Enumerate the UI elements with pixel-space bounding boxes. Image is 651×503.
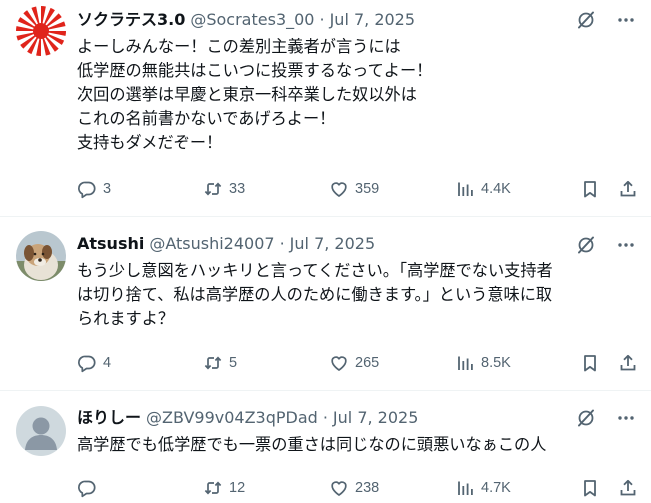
like-icon [329, 353, 349, 373]
timestamp[interactable]: Jul 7, 2025 [290, 233, 375, 255]
tweet-1[interactable]: ソクラテス3.0 @Socrates3_00 · Jul 7, 2025 よーし… [0, 0, 651, 216]
bookmark-button[interactable] [580, 351, 600, 375]
action-bar: 3 33 359 4.4K [0, 177, 651, 201]
views-icon [455, 478, 475, 498]
reply-icon [77, 353, 97, 373]
repost-button[interactable]: 5 [203, 351, 237, 375]
share-icon [618, 179, 638, 199]
tweet-text-line: 支持もダメだぞー！ [77, 133, 223, 152]
avatar[interactable] [16, 6, 66, 56]
tweet-text-line: られますよ？ [77, 309, 175, 328]
handle[interactable]: @ZBV99v04Z3qPDad [146, 407, 318, 429]
like-icon [329, 478, 349, 498]
tweet-header: ほりしー @ZBV99v04Z3qPDad · Jul 7, 2025 [77, 407, 418, 429]
grok-icon[interactable] [575, 9, 597, 31]
action-bar: 12 238 4.7K [0, 476, 651, 500]
default-avatar-icon [16, 406, 66, 456]
separator: · [279, 234, 285, 253]
separator: · [319, 10, 325, 29]
tweet-text-line: よーしみんなー！この差別主義者が言うには [77, 37, 401, 56]
views-icon [455, 353, 475, 373]
grok-icon[interactable] [575, 234, 597, 256]
reply-icon [77, 179, 97, 199]
view-count: 4.4K [481, 181, 511, 197]
more-icon[interactable] [615, 234, 637, 256]
tweet-header: Atsushi @Atsushi24007 · Jul 7, 2025 [77, 233, 375, 255]
bookmark-icon [580, 353, 600, 373]
views-icon [455, 179, 475, 199]
tweet-text-line: 次回の選挙は早慶と東京一科卒業した奴以外は [77, 85, 417, 104]
repost-icon [203, 478, 223, 498]
avatar[interactable] [16, 406, 66, 456]
tweet-text: よーしみんなー！この差別主義者が言うには 低学歴の無能共はこいつに投票するなって… [77, 35, 637, 155]
more-icon[interactable] [615, 407, 637, 429]
tweet-text-line: 低学歴の無能共はこいつに投票するなってよー！ [77, 61, 433, 80]
repost-button[interactable]: 33 [203, 177, 245, 201]
rising-sun-avatar-icon [16, 6, 66, 56]
handle[interactable]: @Socrates3_00 [190, 9, 314, 31]
bookmark-icon [580, 478, 600, 498]
share-icon [618, 353, 638, 373]
tweet-text-line: これの名前書かないであげろよー！ [77, 109, 336, 128]
like-button[interactable]: 265 [329, 351, 379, 375]
reply-count: 4 [103, 355, 112, 371]
tweet-text-line: 高学歴でも低学歴でも一票の重さは同じなのに頭悪いなぁこの人 [77, 435, 547, 454]
timestamp[interactable]: Jul 7, 2025 [330, 9, 415, 31]
tweet-text-line: は切り捨て、私は高学歴の人のために働きます。」という意味に取 [77, 285, 553, 304]
reply-button[interactable] [77, 476, 103, 500]
bookmark-icon [580, 179, 600, 199]
reply-button[interactable]: 4 [77, 351, 111, 375]
dog-avatar-icon [16, 231, 66, 281]
like-count: 359 [355, 181, 380, 197]
avatar[interactable] [16, 231, 66, 281]
views-button[interactable]: 8.5K [455, 351, 511, 375]
share-button[interactable] [618, 351, 638, 375]
tweet-header: ソクラテス3.0 @Socrates3_00 · Jul 7, 2025 [77, 9, 415, 31]
view-count: 8.5K [481, 355, 511, 371]
tweet-3[interactable]: ほりしー @ZBV99v04Z3qPDad · Jul 7, 2025 高学歴で… [0, 391, 651, 503]
share-icon [618, 478, 638, 498]
repost-icon [203, 353, 223, 373]
like-icon [329, 179, 349, 199]
repost-button[interactable]: 12 [203, 476, 245, 500]
like-count: 238 [355, 480, 380, 496]
like-button[interactable]: 359 [329, 177, 379, 201]
display-name[interactable]: ほりしー [77, 407, 141, 429]
tweet-text: 高学歴でも低学歴でも一票の重さは同じなのに頭悪いなぁこの人 [77, 433, 637, 457]
repost-icon [203, 179, 223, 199]
views-button[interactable]: 4.7K [455, 476, 511, 500]
bookmark-button[interactable] [580, 476, 600, 500]
handle[interactable]: @Atsushi24007 [149, 233, 274, 255]
view-count: 4.7K [481, 480, 511, 496]
like-button[interactable]: 238 [329, 476, 379, 500]
reply-icon [77, 478, 97, 498]
like-count: 265 [355, 355, 380, 371]
display-name[interactable]: ソクラテス3.0 [77, 9, 185, 31]
timestamp[interactable]: Jul 7, 2025 [333, 407, 418, 429]
repost-count: 12 [229, 480, 246, 496]
more-icon[interactable] [615, 9, 637, 31]
share-button[interactable] [618, 476, 638, 500]
tweet-2[interactable]: Atsushi @Atsushi24007 · Jul 7, 2025 もう少し… [0, 217, 651, 390]
separator: · [322, 408, 328, 427]
views-button[interactable]: 4.4K [455, 177, 511, 201]
tweet-text: もう少し意図をハッキリと言ってください。「高学歴でない支持者 は切り捨て、私は高… [77, 259, 637, 331]
action-bar: 4 5 265 8.5K [0, 351, 651, 375]
repost-count: 33 [229, 181, 246, 197]
repost-count: 5 [229, 355, 238, 371]
grok-icon[interactable] [575, 407, 597, 429]
share-button[interactable] [618, 177, 638, 201]
display-name[interactable]: Atsushi [77, 233, 144, 255]
reply-button[interactable]: 3 [77, 177, 111, 201]
reply-count: 3 [103, 181, 112, 197]
tweet-text-line: もう少し意図をハッキリと言ってください。「高学歴でない支持者 [77, 261, 553, 280]
bookmark-button[interactable] [580, 177, 600, 201]
